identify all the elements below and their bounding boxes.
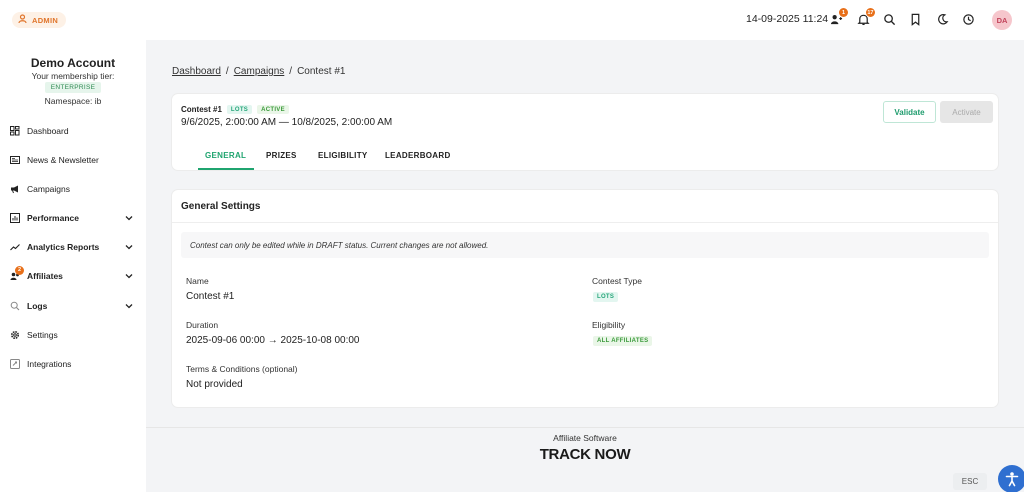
sidebar-item-campaigns[interactable]: Campaigns (0, 179, 146, 199)
trend-line-icon (9, 242, 20, 253)
sidebar-item-label: Campaigns (27, 184, 70, 194)
breadcrumb-separator: / (289, 66, 293, 77)
contest-title: Contest #1 (181, 105, 222, 114)
search-button[interactable] (881, 11, 897, 27)
sidebar-item-dashboard[interactable]: Dashboard (0, 121, 146, 141)
breadcrumb-current: Contest #1 (297, 66, 346, 77)
sidebar-item-label: News & Newsletter (27, 155, 99, 165)
esc-button[interactable]: ESC (953, 473, 987, 490)
sidebar-item-settings[interactable]: Settings (0, 325, 146, 345)
sidebar-item-label: Performance (27, 213, 79, 223)
activate-button[interactable]: Activate (940, 101, 993, 123)
contest-type-label: Contest Type (592, 276, 642, 286)
section-title: General Settings (181, 201, 261, 212)
newspaper-icon (9, 155, 20, 166)
users-notification-button[interactable]: 1 (828, 8, 848, 27)
sidebar-item-label: Affiliates (27, 271, 63, 281)
sidebar-item-analytics-reports[interactable]: Analytics Reports (0, 237, 146, 257)
chevron-down-icon (124, 301, 134, 311)
name-label: Name (186, 276, 209, 286)
tab-general[interactable]: GENERAL (205, 151, 246, 160)
dashboard-icon (9, 126, 20, 137)
breadcrumb-campaigns-link[interactable]: Campaigns (234, 66, 285, 77)
sidebar-item-news[interactable]: News & Newsletter (0, 150, 146, 170)
gear-icon (9, 330, 20, 341)
namespace-label: Namespace: ib (44, 96, 102, 106)
timezone-button[interactable] (960, 11, 976, 27)
account-name: Demo Account (30, 56, 116, 70)
tab-eligibility[interactable]: ELIGIBILITY (318, 151, 368, 160)
bookmark-icon (909, 13, 922, 26)
accessibility-icon (1003, 470, 1021, 488)
dark-mode-toggle[interactable] (934, 11, 950, 27)
megaphone-icon (9, 184, 20, 195)
validate-button[interactable]: Validate (883, 101, 936, 123)
terms-label: Terms & Conditions (optional) (186, 364, 298, 374)
eligibility-value: ALL AFFILIATES (593, 336, 653, 346)
bookmark-button[interactable] (907, 11, 923, 27)
breadcrumb-dashboard-link[interactable]: Dashboard (172, 66, 221, 77)
user-icon (18, 14, 28, 26)
contest-type-pill: LOTS (226, 105, 253, 114)
contest-header-card: Contest #1 LOTS ACTIVE 9/6/2025, 2:00:00… (172, 94, 998, 170)
tab-leaderboard[interactable]: LEADERBOARD (385, 151, 451, 160)
breadcrumb-separator: / (225, 66, 229, 77)
duration-value: 2025-09-06 00:00 → 2025-10-08 00:00 (186, 335, 360, 346)
contest-dates: 9/6/2025, 2:00:00 AM — 10/8/2025, 2:00:0… (181, 117, 393, 128)
clock-icon (962, 13, 975, 26)
affiliates-badge: 2 (15, 265, 24, 275)
contest-type-value: LOTS (593, 292, 619, 302)
duration-label: Duration (186, 320, 219, 330)
sidebar-item-performance[interactable]: Performance (0, 208, 146, 228)
tab-prizes[interactable]: PRIZES (266, 151, 297, 160)
current-datetime: 14-09-2025 11:24 (746, 13, 829, 25)
admin-badge: ADMIN (12, 12, 67, 28)
user-avatar[interactable]: DA (992, 10, 1012, 30)
moon-icon (936, 13, 949, 26)
sidebar-item-logs[interactable]: Logs (0, 296, 146, 316)
chevron-down-icon (124, 242, 134, 252)
footer-logo: TRACK NOW (539, 446, 631, 463)
sidebar-item-label: Dashboard (27, 126, 69, 136)
sidebar-item-integrations[interactable]: Integrations (0, 354, 146, 374)
sidebar-item-affiliates[interactable]: 2 Affiliates (0, 265, 146, 286)
name-value: Contest #1 (186, 291, 235, 302)
top-bar: ADMIN 14-09-2025 11:24 1 17 DA (0, 0, 1024, 40)
contest-status-pill: ACTIVE (257, 105, 289, 114)
plug-icon (9, 359, 20, 370)
chart-box-icon (9, 213, 20, 224)
search-icon (9, 301, 20, 312)
sidebar-item-label: Integrations (27, 359, 72, 369)
chevron-down-icon (124, 271, 134, 281)
divider (172, 222, 998, 223)
general-settings-card: General Settings Contest can only be edi… (172, 190, 998, 407)
sidebar: Demo Account Your membership tier: ENTER… (0, 40, 146, 492)
footer-divider (146, 427, 1024, 428)
sidebar-item-label: Settings (27, 330, 58, 340)
edit-notice: Contest can only be edited while in DRAF… (181, 232, 989, 258)
footer-software-label: Affiliate Software (553, 433, 617, 443)
users-icon: 2 (9, 265, 24, 282)
terms-value: Not provided (186, 379, 243, 390)
membership-tier-label: Your membership tier: (31, 71, 115, 81)
sidebar-item-label: Analytics Reports (27, 242, 100, 252)
sidebar-item-label: Logs (27, 301, 48, 311)
breadcrumb: Dashboard / Campaigns / Contest #1 (172, 66, 345, 77)
active-tab-indicator (198, 168, 254, 170)
admin-label: ADMIN (32, 15, 59, 25)
search-icon (883, 13, 896, 26)
accessibility-button[interactable] (998, 465, 1024, 492)
contest-title-row: Contest #1 LOTS ACTIVE (181, 105, 289, 114)
notifications-button[interactable]: 17 (855, 8, 875, 27)
chevron-down-icon (124, 213, 134, 223)
eligibility-label: Eligibility (592, 320, 626, 330)
bell-badge: 17 (865, 8, 875, 17)
users-badge: 1 (839, 8, 848, 17)
membership-tier-badge: ENTERPRISE (45, 82, 101, 93)
